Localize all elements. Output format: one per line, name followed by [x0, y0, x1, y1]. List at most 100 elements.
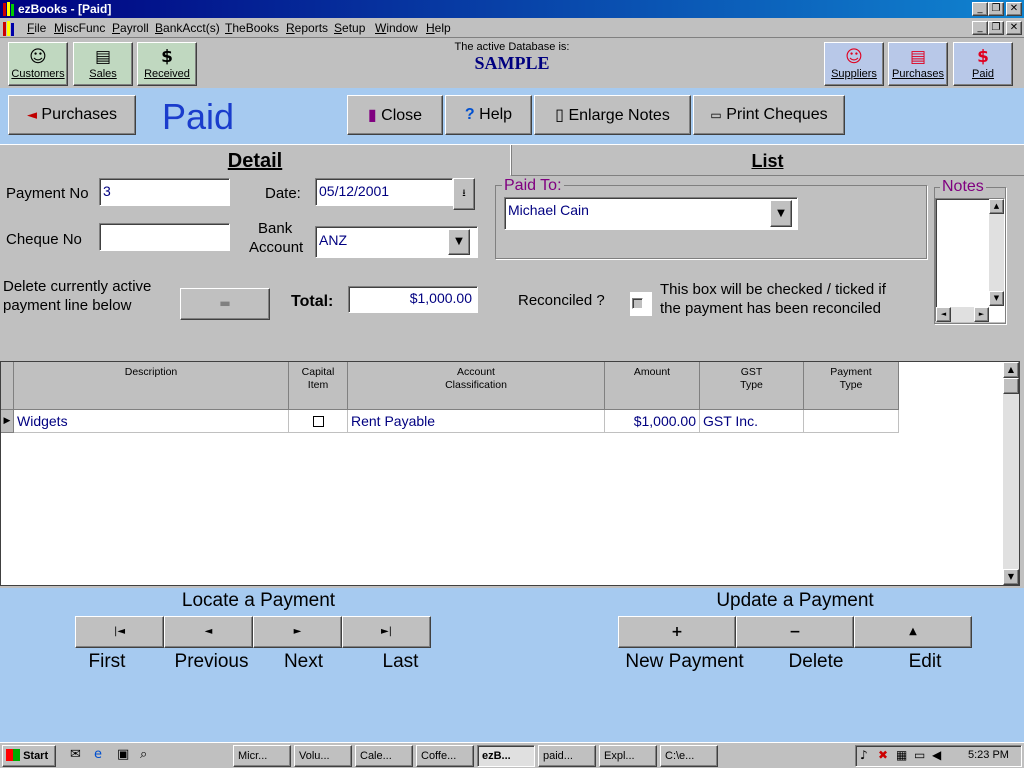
close-button[interactable]: ▮ Close [347, 95, 443, 135]
restore-icon[interactable]: ❐ [988, 2, 1004, 16]
minus-icon: − [789, 624, 801, 640]
menu-file[interactable]: File [27, 20, 46, 36]
task-coffe[interactable]: Coffe... [416, 745, 474, 767]
start-button[interactable]: Start [2, 745, 56, 767]
scroll-down-icon[interactable]: ▼ [989, 291, 1004, 306]
new-payment-button[interactable]: + [618, 616, 736, 648]
mdi-book-icon[interactable] [3, 20, 17, 36]
col-account-classification[interactable]: Account Classification [348, 362, 605, 410]
tray-speaker-icon[interactable]: ◀ [932, 748, 941, 762]
clock[interactable]: 5:23 PM [968, 749, 1009, 761]
tray-antivirus-icon[interactable]: ✖ [878, 748, 888, 762]
windows-logo-icon [6, 749, 20, 761]
customers-button[interactable]: ☺ Customers [8, 42, 68, 86]
db-caption: The active Database is: [454, 41, 570, 53]
menu-reports[interactable]: Reports [286, 20, 328, 36]
scroll-down-icon[interactable]: ▼ [1003, 569, 1019, 585]
total-field: $1,000.00 [348, 286, 478, 313]
back-label: Purchases [41, 106, 118, 123]
task-micr[interactable]: Micr... [233, 745, 291, 767]
child-close-icon[interactable]: ✕ [1006, 21, 1022, 35]
cell-capital-item[interactable] [289, 410, 348, 433]
delete-payment-button[interactable]: − [736, 616, 854, 648]
quicklaunch-outlook-icon[interactable]: ✉ [70, 747, 88, 765]
scroll-thumb[interactable] [1003, 378, 1019, 394]
quicklaunch-search-icon[interactable]: ⌕ [140, 747, 158, 765]
reconciled-checkbox[interactable] [630, 292, 652, 316]
cell-account[interactable]: Rent Payable [348, 410, 605, 433]
menu-payroll[interactable]: Payroll [112, 20, 149, 36]
back-to-purchases-button[interactable]: ◄ Purchases [8, 95, 136, 135]
col-description[interactable]: Description [14, 362, 289, 410]
question-icon: ? [464, 106, 475, 123]
first-record-button[interactable]: |◄ [75, 616, 164, 648]
next-record-button[interactable]: ► [253, 616, 342, 648]
col-payment-type[interactable]: Payment Type [804, 362, 899, 410]
menu-bankaccts[interactable]: BankAcct(s) [155, 20, 220, 36]
edit-payment-button[interactable]: ▲ [854, 616, 972, 648]
enlarge-notes-label: Enlarge Notes [568, 107, 670, 124]
task-volu[interactable]: Volu... [294, 745, 352, 767]
suppliers-label: Suppliers [831, 68, 877, 80]
tray-volume-icon[interactable]: ♪ [860, 748, 868, 762]
task-expl[interactable]: Expl... [599, 745, 657, 767]
scroll-right-icon[interactable]: ► [974, 307, 989, 322]
cell-amount[interactable]: $1,000.00 [605, 410, 700, 433]
col-capital-item[interactable]: Capital Item [289, 362, 348, 410]
tab-detail[interactable]: Detail [0, 144, 510, 176]
cell-payment-type[interactable] [804, 410, 899, 433]
enlarge-notes-button[interactable]: ▯ Enlarge Notes [534, 95, 691, 135]
suppliers-button[interactable]: ☺ Suppliers [824, 42, 884, 86]
paid-toolbar-button[interactable]: $ Paid [953, 42, 1013, 86]
table-row[interactable]: ▶ Widgets Rent Payable $1,000.00 GST Inc… [1, 410, 899, 433]
previous-record-button[interactable]: ◄ [164, 616, 253, 648]
menu-thebooks[interactable]: TheBooks [225, 20, 279, 36]
notes-vscrollbar[interactable]: ▲ ▼ [989, 199, 1004, 306]
child-restore-icon[interactable]: ❐ [988, 21, 1004, 35]
documents-icon: ▤ [909, 47, 927, 67]
tray-network-icon[interactable]: ▦ [896, 748, 907, 762]
next-label: Next [283, 651, 324, 672]
received-button[interactable]: $ Received [137, 42, 197, 86]
date-picker-icon[interactable]: ⭳ [453, 178, 475, 210]
delete-line-button[interactable]: ▬ [180, 288, 270, 320]
capital-item-checkbox[interactable] [313, 416, 324, 427]
cheque-no-field[interactable] [99, 223, 230, 251]
print-cheques-button[interactable]: ▭ Print Cheques [693, 95, 845, 135]
close-window-icon[interactable]: ✕ [1006, 2, 1022, 16]
menu-window[interactable]: Window [375, 20, 418, 36]
menu-setup[interactable]: Setup [334, 20, 365, 36]
tab-list[interactable]: List [510, 144, 1024, 176]
chevron-down-icon[interactable]: ▼ [770, 200, 792, 227]
tray-display-icon[interactable]: ▭ [914, 748, 925, 762]
child-minimize-icon[interactable]: _ [972, 21, 988, 35]
task-cmd[interactable]: C:\e... [660, 745, 718, 767]
date-field[interactable]: 05/12/2001 [315, 178, 453, 206]
help-button[interactable]: ? Help [445, 95, 532, 135]
menu-miscfunc[interactable]: MiscFunc [54, 20, 105, 36]
last-record-button[interactable]: ►| [342, 616, 431, 648]
menu-help[interactable]: Help [426, 20, 451, 36]
sales-button[interactable]: ▤ Sales [73, 42, 133, 86]
chevron-down-icon[interactable]: ▼ [448, 229, 470, 255]
paid-to-select[interactable]: Michael Cain [504, 197, 798, 230]
task-ezbooks-active[interactable]: ezB... [477, 745, 535, 767]
task-paid[interactable]: paid... [538, 745, 596, 767]
minimize-icon[interactable]: _ [972, 2, 988, 16]
scroll-up-icon[interactable]: ▲ [1003, 362, 1019, 378]
col-amount[interactable]: Amount [605, 362, 700, 410]
current-row-icon[interactable]: ▶ [1, 410, 14, 433]
quicklaunch-desktop-icon[interactable]: ▣ [117, 747, 135, 765]
col-gst-type[interactable]: GST Type [700, 362, 804, 410]
task-cale[interactable]: Cale... [355, 745, 413, 767]
payment-no-field[interactable]: 3 [99, 178, 230, 206]
scroll-left-icon[interactable]: ◄ [936, 307, 951, 322]
notes-hscrollbar[interactable]: ◄ ► [936, 307, 989, 322]
cell-gst-type[interactable]: GST Inc. [700, 410, 804, 433]
col-payment-label-1: Payment [830, 366, 872, 378]
purchases-toolbar-button[interactable]: ▤ Purchases [888, 42, 948, 86]
cell-description[interactable]: Widgets [14, 410, 289, 433]
quicklaunch-ie-icon[interactable]: e [94, 747, 112, 765]
scroll-up-icon[interactable]: ▲ [989, 199, 1004, 214]
grid-vscrollbar[interactable]: ▲ ▼ [1003, 362, 1019, 585]
